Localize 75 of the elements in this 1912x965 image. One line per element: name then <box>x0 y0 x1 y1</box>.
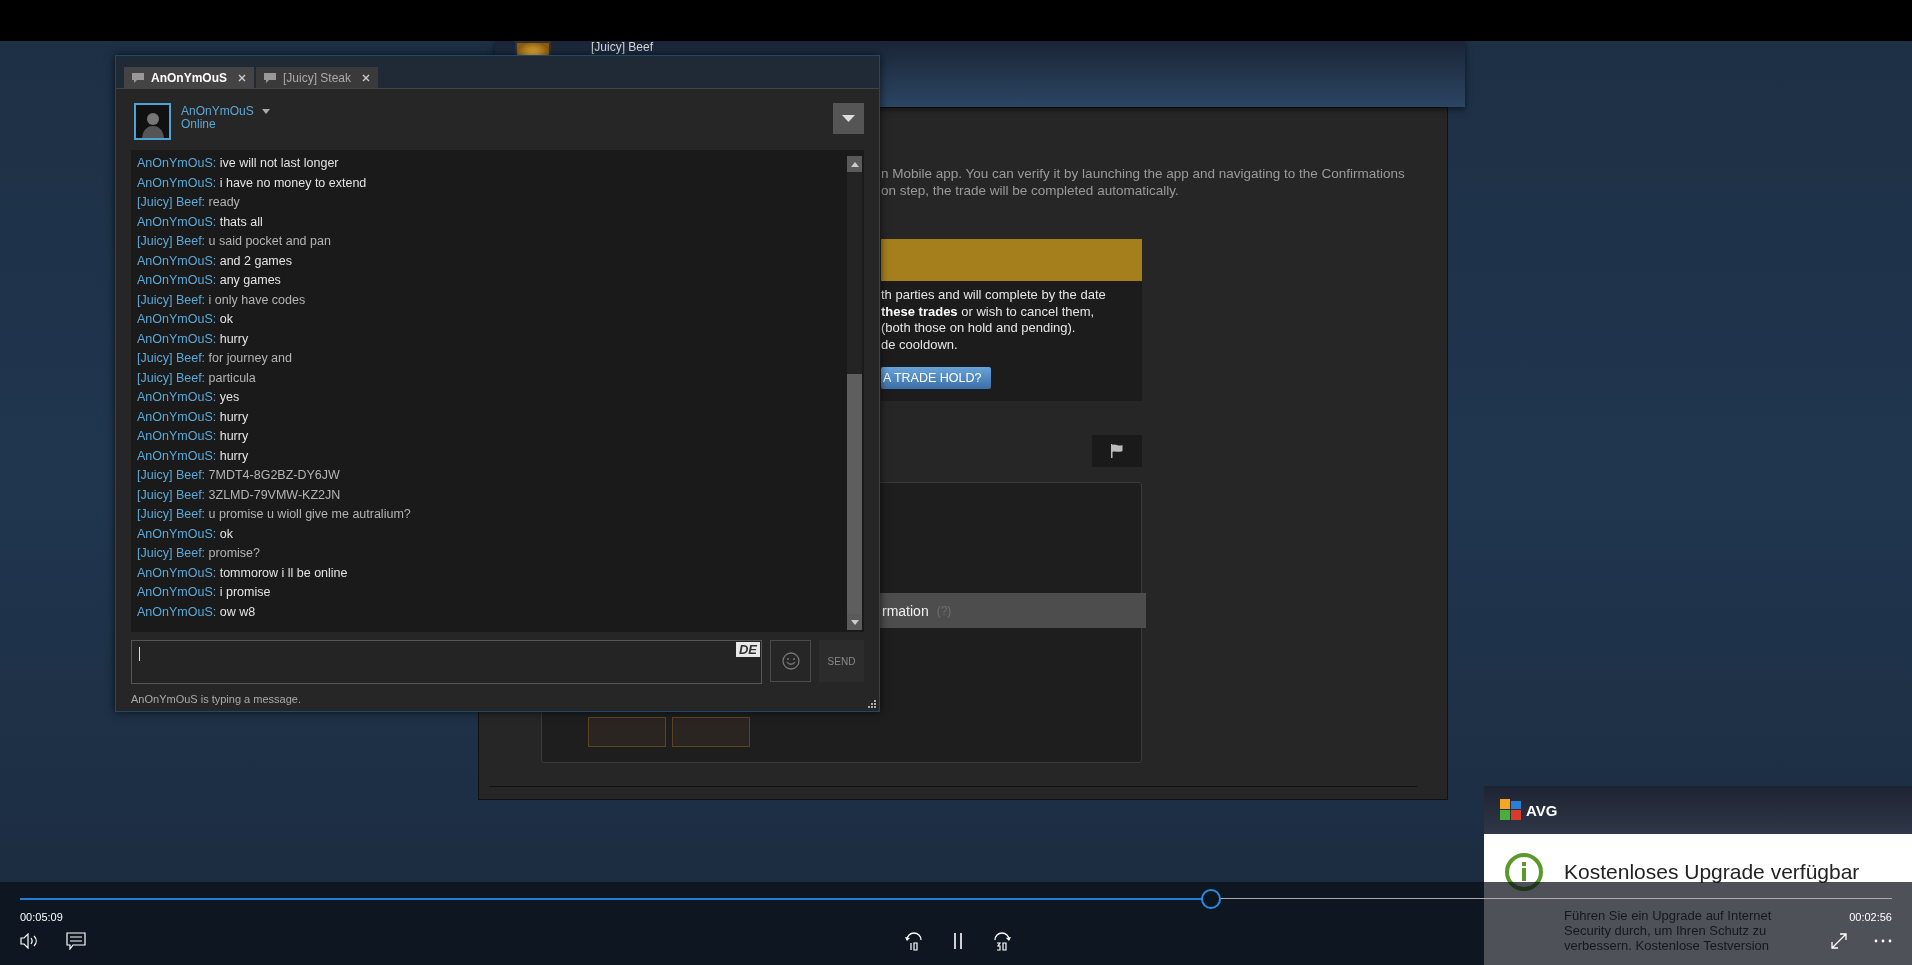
chat-message: [Juicy] Beef: u said pocket and pan <box>137 233 332 250</box>
language-indicator: DE <box>735 642 760 657</box>
chat-message: AnOnYmOuS: hurry <box>137 428 250 445</box>
remaining-time: 00:02:56 <box>1849 911 1892 923</box>
chat-message: AnOnYmOuS: hurry <box>137 330 250 348</box>
chat-message: AnOnYmOuS: and 2 games <box>137 252 293 270</box>
chat-message: AnOnYmOuS: ow w8 <box>137 603 257 621</box>
skip-back-icon[interactable] <box>903 931 925 951</box>
more-icon[interactable] <box>1874 939 1892 943</box>
flag-icon <box>1109 443 1125 459</box>
chat-bubble-icon <box>264 72 276 83</box>
chat-message: AnOnYmOuS: hurry <box>137 408 250 426</box>
notice-text: on step, the trade will be completed automatically. <box>881 182 1180 199</box>
arrow-down-icon <box>850 619 859 625</box>
message-input-field[interactable]: DE <box>131 640 762 684</box>
chat-message: AnOnYmOuS: ive will not last longer <box>137 155 340 172</box>
chat-message: [Juicy] Beef: 7MDT4-8G2BZ-DY6JW <box>137 467 341 484</box>
partner-name: [Juicy] Beef <box>591 41 654 54</box>
chat-message: AnOnYmOuS: yes <box>137 389 241 406</box>
item-thumbnail[interactable] <box>672 717 750 747</box>
seek-handle[interactable] <box>1200 889 1221 909</box>
report-button[interactable] <box>1092 435 1142 467</box>
notification-title: Kostenloses Upgrade verfügbar <box>1564 860 1860 884</box>
chat-message: [Juicy] Beef: promise? <box>137 545 261 562</box>
chat-message: AnOnYmOuS: hurry <box>137 447 250 465</box>
arrow-up-icon <box>850 161 859 167</box>
caret-icon <box>842 115 855 122</box>
item-thumbnail[interactable] <box>588 717 666 747</box>
scrollbar-thumb[interactable] <box>847 374 862 614</box>
info-label: rmation <box>882 602 929 619</box>
notification-text: Führen Sie ein Upgrade auf Internet Security durch, um Ihren Schutz zu verbessern. Kostenlose Testversion <box>1564 908 1773 953</box>
chat-tab[interactable]: [Juicy] Steak <box>256 67 379 88</box>
friend-status: Online <box>181 118 217 131</box>
trade-hold-text: th parties and will complete by the date <box>881 287 1107 304</box>
chat-message: [Juicy] Beef: for journey and <box>137 350 293 367</box>
trade-hold-text: (both those on hold and pending). <box>881 320 1077 337</box>
dropdown-button[interactable] <box>833 103 864 134</box>
captions-icon[interactable] <box>66 932 86 950</box>
caret-icon[interactable] <box>261 109 270 114</box>
chat-message: [Juicy] Beef: ready <box>137 194 241 211</box>
chat-message: AnOnYmOuS: i have no money to extend <box>137 174 368 192</box>
pause-icon[interactable] <box>951 932 965 950</box>
notice-text: n Mobile app. You can verify it by launching the app and navigating to the Confirmations <box>881 165 1406 182</box>
scroll-down-button[interactable] <box>847 614 862 630</box>
typing-status: AnOnYmOuS is typing a message. <box>131 693 302 705</box>
emoticon-button[interactable] <box>770 640 811 682</box>
chat-message: [Juicy] Beef: u promise u wioll give me autralium? <box>137 506 412 523</box>
close-icon[interactable] <box>362 73 371 82</box>
chat-message: AnOnYmOuS: any games <box>137 272 282 289</box>
avatar[interactable] <box>134 103 171 140</box>
resize-grip-icon[interactable] <box>867 699 876 708</box>
elapsed-time: 00:05:09 <box>20 911 63 923</box>
chat-message: [Juicy] Beef: i only have codes <box>137 291 307 309</box>
logo-icon <box>1500 799 1522 821</box>
chat-message: AnOnYmOuS: i promise <box>137 584 272 601</box>
chat-message: AnOnYmOuS: ok <box>137 525 234 543</box>
brand-name: AVG <box>1526 801 1558 819</box>
chat-message: [Juicy] Beef: 3ZLMD-79VMW-KZ2JN <box>137 486 342 504</box>
skip-forward-icon[interactable] <box>991 931 1013 951</box>
chat-message: AnOnYmOuS: ok <box>137 311 234 328</box>
friend-name[interactable]: AnOnYmOuS <box>181 105 254 118</box>
chat-message: [Juicy] Beef: particula <box>137 369 257 387</box>
chat-message: AnOnYmOuS: tommorow i ll be online <box>137 564 349 582</box>
smiley-icon <box>781 652 800 670</box>
trade-hold-button[interactable]: A TRADE HOLD? <box>881 367 992 389</box>
fullscreen-icon[interactable] <box>1830 932 1848 950</box>
chat-tab[interactable]: AnOnYmOuS <box>124 67 254 88</box>
send-button[interactable]: SEND <box>819 640 864 682</box>
close-icon[interactable] <box>238 73 246 82</box>
trade-hold-text: these trades or wish to cancel them, <box>881 303 1096 320</box>
chat-bubble-icon <box>132 72 144 83</box>
trade-hold-text: de cooldown. <box>881 336 959 353</box>
volume-icon[interactable] <box>20 933 40 949</box>
chat-message: AnOnYmOuS: thats all <box>137 213 264 231</box>
scroll-up-button[interactable] <box>847 156 862 172</box>
